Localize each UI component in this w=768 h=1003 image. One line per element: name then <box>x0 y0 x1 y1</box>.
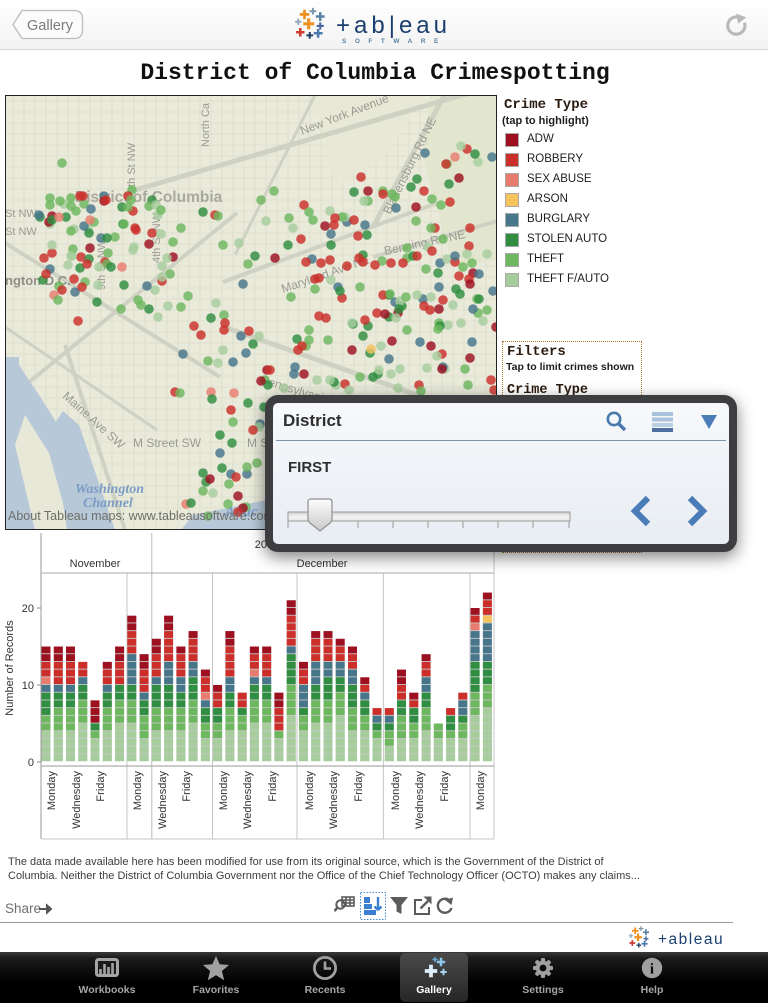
svg-text:Wednesday: Wednesday <box>242 771 254 829</box>
svg-text:Monday: Monday <box>390 771 402 811</box>
svg-text:Friday: Friday <box>267 771 279 802</box>
svg-text:St NW: St NW <box>5 226 37 238</box>
svg-text:November: November <box>70 558 121 570</box>
svg-text:Monday: Monday <box>46 771 58 811</box>
svg-text:Wednesday: Wednesday <box>157 771 169 829</box>
svg-text:i: i <box>650 962 654 978</box>
svg-text:Monday: Monday <box>132 771 144 811</box>
svg-text:M Street SW: M Street SW <box>133 436 202 450</box>
svg-text:+ab|eau: +ab|eau <box>336 12 451 39</box>
svg-text:Wednesday: Wednesday <box>414 771 426 829</box>
svg-text:Monday: Monday <box>304 771 316 811</box>
svg-text:+ableau: +ableau <box>658 931 724 948</box>
svg-text:Wednesday: Wednesday <box>71 771 83 829</box>
svg-text:Wednesday: Wednesday <box>328 771 340 829</box>
svg-text:Friday: Friday <box>95 771 107 802</box>
svg-text:Friday: Friday <box>181 771 193 802</box>
svg-text:St NW: St NW <box>5 208 37 220</box>
svg-text:Monday: Monday <box>218 771 230 811</box>
svg-text:Friday: Friday <box>353 771 365 802</box>
svg-text:SOFTWARE: SOFTWARE <box>342 38 447 45</box>
svg-text:December: December <box>297 558 348 570</box>
svg-text:Gallery: Gallery <box>27 18 74 34</box>
svg-text:North Ca: North Ca <box>200 102 212 147</box>
svg-text:20: 20 <box>22 603 34 615</box>
svg-text:Friday: Friday <box>439 771 451 802</box>
svg-text:Monday: Monday <box>475 771 487 811</box>
svg-text:10: 10 <box>22 680 34 692</box>
svg-text:Washington: Washington <box>75 482 144 497</box>
svg-text:Number of Records: Number of Records <box>4 620 16 716</box>
svg-text:0: 0 <box>28 757 34 769</box>
